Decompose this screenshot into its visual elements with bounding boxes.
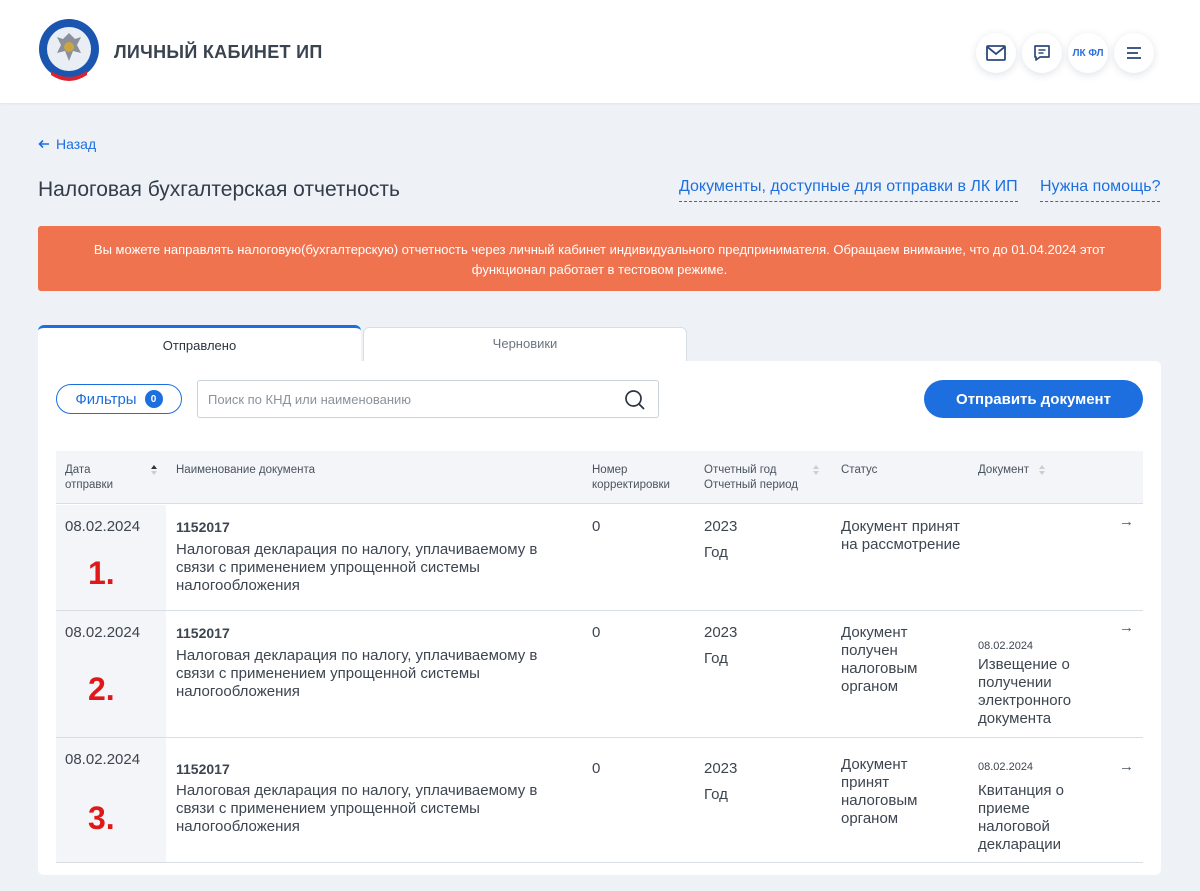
help-link[interactable]: Нужна помощь? xyxy=(1040,178,1161,202)
report-period: Год xyxy=(704,786,728,803)
arrow-left-icon xyxy=(38,139,49,149)
arrow-right-icon[interactable]: → xyxy=(1119,619,1134,636)
status-text: Документ принят на рассмотрение xyxy=(841,518,961,553)
knd-code: 1152017 xyxy=(176,625,230,641)
page-title: Налоговая бухгалтерская отчетность xyxy=(38,178,400,201)
search-icon[interactable] xyxy=(624,389,646,411)
tab-drafts[interactable]: Черновики xyxy=(363,327,687,361)
table-row[interactable]: 08.02.2024 3. 1152017 Налоговая декларац… xyxy=(56,738,1143,863)
filters-button[interactable]: Фильтры 0 xyxy=(56,384,182,414)
back-label: Назад xyxy=(56,136,97,152)
send-document-button[interactable]: Отправить документ xyxy=(924,380,1143,418)
report-period: Год xyxy=(704,650,728,667)
test-mode-alert: Вы можете направлять налоговую(бухгалтер… xyxy=(38,226,1161,291)
search-box xyxy=(197,380,659,418)
fns-logo[interactable] xyxy=(37,17,101,85)
menu-button[interactable] xyxy=(1114,33,1154,73)
mail-icon xyxy=(986,45,1006,61)
row-marker: 3. xyxy=(88,800,115,836)
col-name-header: Наименование документа xyxy=(176,464,315,476)
col-correction-label-1: Номер xyxy=(592,464,628,476)
document-name: Налоговая декларация по налогу, уплачива… xyxy=(176,782,538,835)
chat-icon xyxy=(1034,45,1050,61)
send-date: 08.02.2024 xyxy=(65,624,141,641)
report-year: 2023 xyxy=(704,760,738,777)
col-status-header: Статус xyxy=(841,464,878,476)
col-date-label-1: Дата xyxy=(65,464,91,476)
col-document-header[interactable]: Документ xyxy=(978,463,1046,478)
app-header: ЛИЧНЫЙ КАБИНЕТ ИП ЛК ФЛ xyxy=(0,0,1200,103)
arrow-right-icon[interactable]: → xyxy=(1119,513,1134,530)
table-row[interactable]: 08.02.2024 1. 1152017 Налоговая декларац… xyxy=(56,505,1143,611)
available-docs-link[interactable]: Документы, доступные для отправки в ЛК И… xyxy=(679,178,1018,202)
status-text: Документ получен налоговым органом xyxy=(841,624,918,695)
status-text: Документ принят налоговым органом xyxy=(841,756,918,827)
menu-icon xyxy=(1127,47,1141,59)
correction-number: 0 xyxy=(592,624,601,641)
document-link[interactable]: Извещение о получении электронного докум… xyxy=(978,656,1098,728)
filters-count-badge: 0 xyxy=(144,390,163,408)
row-marker: 1. xyxy=(88,555,115,591)
tab-sent[interactable]: Отправлено xyxy=(38,325,361,365)
sort-icon[interactable] xyxy=(812,464,820,476)
col-date-header[interactable]: Дата отправки xyxy=(65,463,113,493)
table-header: Дата отправки Наименование документа Ном… xyxy=(56,451,1143,504)
col-period-header[interactable]: Отчетный год Отчетный период xyxy=(704,463,798,493)
row-marker: 2. xyxy=(88,671,115,707)
sort-icon xyxy=(1039,464,1046,475)
search-input[interactable] xyxy=(208,389,608,409)
send-date: 08.02.2024 xyxy=(65,751,141,768)
lk-fl-button[interactable]: ЛК ФЛ xyxy=(1068,33,1108,73)
correction-number: 0 xyxy=(592,760,601,777)
document-date: 08.02.2024 xyxy=(978,640,1034,652)
filters-label: Фильтры xyxy=(75,390,137,408)
col-date-label-2: отправки xyxy=(65,479,113,491)
document-link[interactable]: Квитанция о приеме налоговой декларации xyxy=(978,782,1088,854)
report-year: 2023 xyxy=(704,518,738,535)
col-correction-header: Номер корректировки xyxy=(592,463,670,493)
document-name: Налоговая декларация по налогу, уплачива… xyxy=(176,541,538,594)
document-date: 08.02.2024 xyxy=(978,761,1034,773)
knd-code: 1152017 xyxy=(176,761,230,777)
report-year: 2023 xyxy=(704,624,738,641)
knd-code: 1152017 xyxy=(176,519,230,535)
report-period: Год xyxy=(704,544,728,561)
correction-number: 0 xyxy=(592,518,601,535)
chat-button[interactable] xyxy=(1022,33,1062,73)
send-date: 08.02.2024 xyxy=(65,518,141,535)
col-correction-label-2: корректировки xyxy=(592,479,670,491)
arrow-right-icon[interactable]: → xyxy=(1119,758,1134,775)
back-link[interactable]: Назад xyxy=(38,136,96,152)
col-document-label: Документ xyxy=(978,464,1030,476)
col-period-label: Отчетный период xyxy=(704,479,799,491)
table-row[interactable]: 08.02.2024 2. 1152017 Налоговая декларац… xyxy=(56,611,1143,738)
app-title: ЛИЧНЫЙ КАБИНЕТ ИП xyxy=(114,42,323,62)
col-year-label: Отчетный год xyxy=(704,464,777,476)
mail-button[interactable] xyxy=(976,33,1016,73)
document-name: Налоговая декларация по налогу, уплачива… xyxy=(176,647,538,700)
sort-asc-icon[interactable] xyxy=(150,464,158,476)
